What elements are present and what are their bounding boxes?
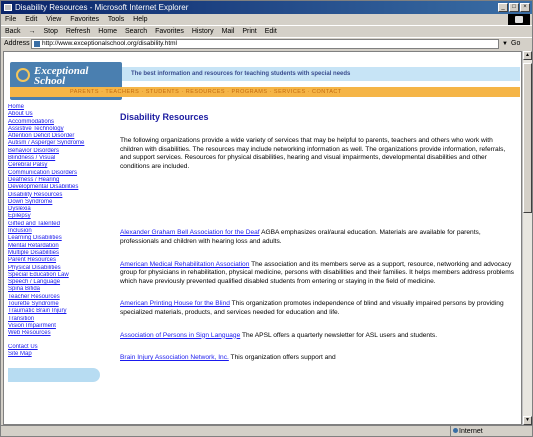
nav-link[interactable]: Home — [8, 104, 108, 111]
menu-help[interactable]: Help — [133, 16, 147, 23]
edit-button[interactable]: Edit — [265, 28, 277, 35]
nav-link[interactable]: Physical Disabilities — [8, 265, 108, 272]
stop-button[interactable]: Stop — [43, 28, 57, 35]
nav-link[interactable]: Epilepsy — [8, 213, 108, 220]
minimize-button[interactable]: _ — [498, 3, 508, 12]
nav-link[interactable]: Communication Disorders — [8, 170, 108, 177]
refresh-button[interactable]: Refresh — [66, 28, 91, 35]
close-button[interactable]: × — [520, 3, 530, 12]
nav-link[interactable]: Vision Impairment — [8, 323, 108, 330]
nav-link[interactable]: Autism / Asperger Syndrome — [8, 140, 108, 147]
nav-link[interactable]: Disability Resources — [8, 192, 108, 199]
nav-link[interactable]: Web Resources — [8, 330, 108, 337]
nav-link[interactable]: Attention Deficit Disorder — [8, 133, 108, 140]
favorites-button[interactable]: Favorites — [155, 28, 184, 35]
menu-view[interactable]: View — [46, 16, 61, 23]
nav-link[interactable]: Multiple Disabilities — [8, 250, 108, 257]
page-title: Disability Resources — [120, 112, 209, 122]
resource-link[interactable]: Brain Injury Association Network, Inc. — [120, 354, 229, 361]
window-title: Disability Resources - Microsoft Interne… — [15, 3, 189, 12]
nav-link[interactable]: Spina Bifida — [8, 286, 108, 293]
resource-list: Alexander Graham Bell Association for th… — [120, 229, 515, 362]
nav-link[interactable]: Down Syndrome — [8, 199, 108, 206]
resource-link[interactable]: American Medical Rehabilitation Associat… — [120, 261, 249, 268]
nav-link[interactable]: Transition — [8, 316, 108, 323]
forward-button[interactable]: → — [29, 28, 36, 35]
resource-description: This organization offers support and — [228, 354, 336, 362]
menu-bar: File Edit View Favorites Tools Help — [1, 14, 532, 25]
search-button[interactable]: Search — [125, 28, 147, 35]
nav-link[interactable]: Cerebral Palsy — [8, 162, 108, 169]
menu-edit[interactable]: Edit — [25, 16, 37, 23]
nav-link[interactable]: Teacher Resources — [8, 294, 108, 301]
nav-link[interactable]: Tourette Syndrome — [8, 301, 108, 308]
address-dropdown-icon[interactable]: ▼ — [501, 39, 509, 49]
resource-link[interactable]: Association of Persons in Sign Language — [120, 332, 240, 339]
resource-entry: Alexander Graham Bell Association for th… — [120, 229, 515, 246]
nav-link[interactable]: Special Education Law — [8, 272, 108, 279]
logo-text: Exceptional School — [34, 65, 89, 87]
resource-entry: American Printing House for the Blind Th… — [120, 300, 515, 317]
nav-link[interactable]: Inclusion — [8, 228, 108, 235]
nav-link[interactable]: Developmental Disabilities — [8, 184, 108, 191]
window-controls: _ □ × — [498, 3, 530, 12]
nav-link-sitemap[interactable]: Site Map — [8, 351, 108, 358]
title-bar: Disability Resources - Microsoft Interne… — [1, 1, 532, 14]
site-tagline: The best information and resources for t… — [131, 71, 351, 77]
browser-window: Disability Resources - Microsoft Interne… — [0, 0, 533, 437]
vertical-scrollbar[interactable]: ▲ ▼ — [522, 51, 532, 425]
site-banner: Exceptional School The best information … — [10, 62, 520, 100]
maximize-button[interactable]: □ — [509, 3, 519, 12]
intro-paragraph: The following organizations provide a wi… — [120, 137, 506, 170]
address-bar: Address http://www.exceptionalschool.org… — [1, 37, 532, 49]
nav-strip-text: PARENTS · TEACHERS · STUDENTS · RESOURCE… — [70, 89, 342, 95]
scroll-up-icon[interactable]: ▲ — [523, 51, 532, 60]
nav-link[interactable]: Mental Retardation — [8, 243, 108, 250]
address-label: Address — [4, 40, 30, 47]
menu-favorites[interactable]: Favorites — [70, 16, 99, 23]
status-bar: Internet — [1, 425, 532, 436]
scroll-down-icon[interactable]: ▼ — [523, 416, 532, 425]
nav-link[interactable]: Behavior Disorders — [8, 148, 108, 155]
resource-description: The APSL offers a quarterly newsletter f… — [240, 331, 438, 339]
history-button[interactable]: History — [192, 28, 214, 35]
nav-link[interactable]: Speech / Language — [8, 279, 108, 286]
resource-entry: American Medical Rehabilitation Associat… — [120, 261, 515, 287]
nav-link[interactable]: Learning Disabilities — [8, 235, 108, 242]
address-input[interactable]: http://www.exceptionalschool.org/disabil… — [31, 39, 499, 49]
nav-link[interactable]: Dyslexia — [8, 206, 108, 213]
mail-button[interactable]: Mail — [222, 28, 235, 35]
page-viewport: Exceptional School The best information … — [3, 51, 522, 425]
menu-file[interactable]: File — [5, 16, 16, 23]
logo-emblem-icon — [16, 68, 30, 82]
left-navigation: Home About Us Accommodations Assistive T… — [8, 104, 108, 383]
nav-link[interactable]: Gifted and Talented — [8, 221, 108, 228]
windows-logo-icon — [508, 14, 530, 25]
nav-link[interactable]: Accommodations — [8, 119, 108, 126]
scroll-thumb[interactable] — [523, 63, 532, 213]
main-content: Disability Resources The following organ… — [120, 112, 515, 363]
nav-decoration — [8, 368, 100, 383]
resource-link[interactable]: American Printing House for the Blind — [120, 300, 230, 307]
nav-link[interactable]: Deafness / Hearing — [8, 177, 108, 184]
print-button[interactable]: Print — [242, 28, 256, 35]
ie-icon — [4, 4, 12, 11]
menu-tools[interactable]: Tools — [108, 16, 124, 23]
nav-link-contact[interactable]: Contact Us — [8, 344, 108, 351]
resource-entry: Brain Injury Association Network, Inc. T… — [120, 354, 515, 363]
resource-entry: Association of Persons in Sign Language … — [120, 332, 515, 341]
nav-link[interactable]: Parent Resources — [8, 257, 108, 264]
resource-link[interactable]: Alexander Graham Bell Association for th… — [120, 229, 260, 236]
go-button[interactable]: Go — [511, 38, 520, 50]
security-zone: Internet — [450, 426, 532, 436]
nav-link[interactable]: Traumatic Brain Injury — [8, 308, 108, 315]
nav-link[interactable]: About Us — [8, 111, 108, 118]
nav-link[interactable]: Blindness / Visual — [8, 155, 108, 162]
home-button[interactable]: Home — [98, 28, 117, 35]
nav-link[interactable]: Assistive Technology — [8, 126, 108, 133]
standard-toolbar: Back → Stop Refresh Home Search Favorite… — [1, 25, 532, 37]
back-button[interactable]: Back — [5, 28, 21, 35]
